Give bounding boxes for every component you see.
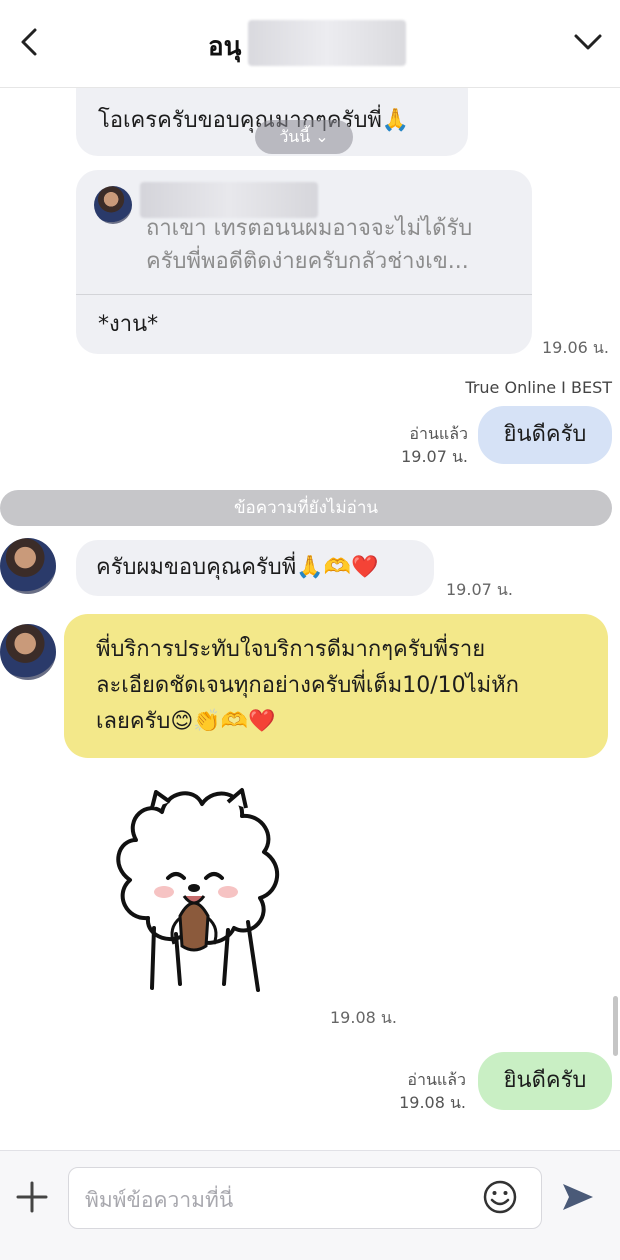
message-text: ยินดีครับ — [503, 422, 587, 447]
message-time: 19.07 น. — [446, 580, 513, 599]
message-list[interactable]: โอเครครับขอบคุณมากๆครับพี่🙏 วันนี้ ⌄ ถาเ… — [0, 88, 620, 1150]
quoted-message: ถาเขา เทรตอนนผมอาจจะไม่ได้รับ ครับพี่พอด… — [146, 212, 472, 278]
divider — [76, 294, 532, 295]
avatar — [94, 186, 132, 224]
quoted-line: ถาเขา เทรตอนนผมอาจจะไม่ได้รับ — [146, 216, 473, 241]
message-time: 19.06 น. — [542, 338, 609, 357]
smiley-icon — [483, 1180, 517, 1214]
read-receipt: อ่านแล้ว 19.07 น. — [401, 422, 468, 468]
chevron-left-icon — [21, 28, 37, 56]
send-button[interactable] — [560, 1179, 596, 1215]
quoted-line: ครับพี่พอดีติดง่ายครับกลัวช่างเข... — [146, 249, 469, 274]
message-bubble-out[interactable]: ยินดีครับ — [478, 406, 612, 464]
read-receipt: อ่านแล้ว 19.08 น. — [399, 1068, 466, 1114]
message-bubble-in[interactable]: ครับผมขอบคุณครับพี่🙏🫶❤️ — [76, 540, 434, 596]
unread-divider: ข้อความที่ยังไม่อ่าน — [0, 490, 612, 526]
message-text: ครับผมขอบคุณครับพี่🙏🫶❤️ — [96, 555, 379, 580]
reply-message-bubble[interactable]: ถาเขา เทรตอนนผมอาจจะไม่ได้รับ ครับพี่พอด… — [76, 170, 532, 354]
plus-icon — [16, 1181, 48, 1213]
message-text: ยินดีครับ — [503, 1068, 587, 1093]
message-bubble-highlighted[interactable]: พี่บริการประทับใจบริการดีมากๆครับพี่ราย … — [64, 614, 608, 758]
emoji-button[interactable] — [482, 1179, 518, 1215]
avatar[interactable] — [0, 538, 56, 594]
send-icon — [563, 1184, 593, 1210]
message-input-bar: พิมพ์ข้อความที่นี่ — [0, 1150, 620, 1260]
message-time: 19.08 น. — [399, 1093, 466, 1112]
redacted-name — [248, 20, 406, 66]
message-input[interactable]: พิมพ์ข้อความที่นี่ — [68, 1167, 542, 1229]
message-time: 19.07 น. — [401, 447, 468, 466]
sticker-image[interactable] — [96, 778, 296, 1008]
message-bubble-out[interactable]: ยินดีครับ — [478, 1052, 612, 1110]
message-text: *งาน* — [98, 312, 159, 337]
message-line: เลยครับ😊👏🫶❤️ — [96, 709, 276, 734]
scrollbar[interactable] — [613, 996, 618, 1056]
message-time: 19.08 น. — [330, 1008, 397, 1027]
back-button[interactable] — [10, 22, 50, 62]
chat-header: อนุ — [0, 0, 620, 88]
read-status: อ่านแล้ว — [409, 424, 468, 443]
message-line: พี่บริการประทับใจบริการดีมากๆครับพี่ราย — [96, 637, 486, 662]
jump-to-date-pill[interactable]: วันนี้ ⌄ — [255, 120, 353, 154]
add-attachment-button[interactable] — [14, 1179, 50, 1215]
message-text: โอเครครับขอบคุณมากๆครับพี่🙏 — [98, 108, 410, 133]
avatar[interactable] — [0, 624, 56, 680]
chevron-down-icon — [574, 34, 602, 50]
message-line: ละเอียดชัดเจนทุกอย่างครับพี่เต็ม10/10ไม่… — [96, 673, 519, 698]
chat-title: อนุ — [208, 32, 242, 62]
menu-toggle-button[interactable] — [568, 22, 608, 62]
sender-label: True Online I BEST — [465, 378, 612, 397]
read-status: อ่านแล้ว — [407, 1070, 466, 1089]
